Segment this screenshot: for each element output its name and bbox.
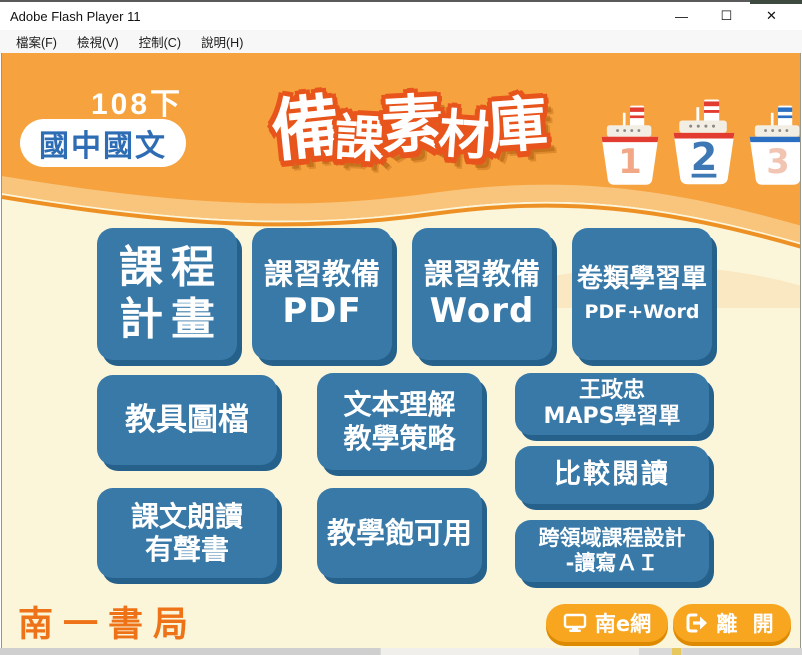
button-label: -讀寫ＡＩ <box>566 551 659 576</box>
background-sliver-segment <box>381 648 639 655</box>
button-label: PDF <box>282 291 361 331</box>
button-text-comprehension[interactable]: 文本理解 教學策略 <box>317 373 482 470</box>
exit-arrow-icon <box>686 613 708 633</box>
ship-number: 2 <box>691 135 717 179</box>
nane-web-button[interactable]: 南e網 <box>546 604 668 642</box>
button-label: 王政忠 <box>579 378 645 404</box>
button-label: 課習教備 <box>264 257 380 291</box>
flash-player-window: Adobe Flash Player 11 — ☐ ✕ 檔案(F) 檢視(V) … <box>0 0 802 655</box>
menubar: 檔案(F) 檢視(V) 控制(C) 說明(H) <box>0 30 802 53</box>
window-top-border <box>0 0 802 2</box>
button-audio-book[interactable]: 課文朗讀 有聲書 <box>97 488 277 578</box>
menu-view[interactable]: 檢視(V) <box>67 30 129 53</box>
ship-tab-2-selected[interactable]: 2 <box>670 86 738 193</box>
background-sliver-segment <box>0 648 380 655</box>
nane-web-label: 南e網 <box>595 608 651 638</box>
menu-help[interactable]: 說明(H) <box>191 30 253 53</box>
title-char: 課 <box>333 97 387 172</box>
button-teaching-bao[interactable]: 教學飽可用 <box>317 488 482 578</box>
window-title: Adobe Flash Player 11 <box>10 9 141 24</box>
menu-control[interactable]: 控制(C) <box>129 30 191 53</box>
page-title: 備 課 素 材 庫 <box>214 55 604 190</box>
selected-underline <box>692 174 717 178</box>
publisher-logo: 南一書局 <box>18 596 198 647</box>
monitor-icon <box>563 613 587 633</box>
button-label: PDF+Word <box>585 301 700 323</box>
ship-number: 1 <box>618 142 642 181</box>
button-cross-domain-ai[interactable]: 跨領域課程設計 -讀寫ＡＩ <box>515 520 709 582</box>
maximize-button[interactable]: ☐ <box>704 2 749 30</box>
titlebar: Adobe Flash Player 11 — ☐ ✕ <box>0 2 802 30</box>
flash-stage: 108下 國中國文 備 課 素 材 庫 1 <box>1 53 801 648</box>
menu-file[interactable]: 檔案(F) <box>6 30 67 53</box>
button-label: 教學飽可用 <box>327 516 472 550</box>
background-sliver-segment <box>683 648 802 655</box>
minimize-button[interactable]: — <box>659 2 704 30</box>
button-label: 課文朗讀 <box>131 500 243 533</box>
button-label: 教學策略 <box>343 422 455 455</box>
button-label: 文本理解 <box>343 388 455 421</box>
button-compare-reading[interactable]: 比較閱讀 <box>515 446 709 504</box>
button-label: 計畫 <box>111 294 223 346</box>
button-maps-worksheet[interactable]: 王政忠 MAPS學習單 <box>515 373 709 435</box>
button-kexi-pdf[interactable]: 課習教備 PDF <box>252 228 392 360</box>
button-label: 跨領域課程設計 <box>539 526 686 551</box>
exit-button[interactable]: 離 開 <box>673 604 791 642</box>
close-button[interactable]: ✕ <box>749 2 794 30</box>
button-course-plan[interactable]: 課程 計畫 <box>97 228 237 360</box>
background-window-sliver <box>0 648 802 655</box>
semester-label: 108下 <box>60 79 214 123</box>
button-label: 課習教備 <box>424 257 540 291</box>
window-controls: — ☐ ✕ <box>659 2 794 30</box>
button-label: 課程 <box>111 242 223 294</box>
ship-tab-1[interactable]: 1 <box>598 93 662 193</box>
ship-tab-3[interactable]: 3 <box>746 93 801 193</box>
subject-badge: 國中國文 <box>20 119 186 167</box>
title-char: 庫 <box>484 75 550 166</box>
button-label: 卷類學習單 <box>577 264 707 295</box>
title-char: 備 <box>266 70 344 176</box>
background-sliver-top <box>750 0 802 4</box>
button-label: MAPS學習單 <box>544 404 681 430</box>
ship-number: 3 <box>766 142 790 181</box>
button-worksheets[interactable]: 卷類學習單 PDF+Word <box>572 228 712 360</box>
volume-ship-tabs: 1 2 <box>598 93 801 193</box>
button-kexi-word[interactable]: 課習教備 Word <box>412 228 552 360</box>
button-label: 比較閱讀 <box>554 459 670 491</box>
button-label: Word <box>430 291 535 331</box>
button-teaching-aids[interactable]: 教具圖檔 <box>97 375 277 465</box>
button-label: 有聲書 <box>145 533 229 566</box>
background-sliver-segment <box>672 648 681 655</box>
button-label: 教具圖檔 <box>125 402 249 439</box>
title-char: 素 <box>379 72 446 165</box>
exit-label: 離 開 <box>716 608 777 638</box>
